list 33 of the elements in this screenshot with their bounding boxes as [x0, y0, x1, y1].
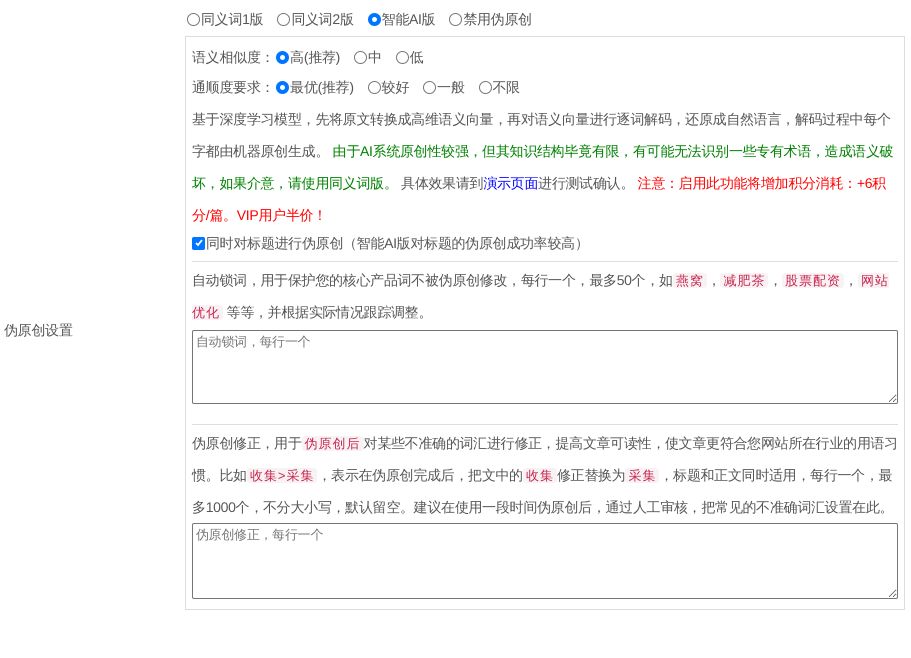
- corrections-description: 伪原创修正，用于 伪原创后 对某些不准确的词汇进行修正，提高文章可读性，使文章更符合您网站所在行业的用语习惯。比如 收集>采集 ，表示在伪原创完成后，把文中的 收集 修正替换为 采集 ，标题和正文同时适用，每行一个，最多1000个，不分大小写，默认留空。建议在使用一段时间伪原创后，通过人工审核，把常见的不准确词汇设置在此。: [192, 434, 898, 517]
- radio-button[interactable]: [423, 80, 436, 94]
- radio-button[interactable]: [354, 50, 368, 64]
- radio-button[interactable]: [396, 50, 409, 64]
- mode-option[interactable]: 智能AI版: [368, 8, 436, 30]
- section-label: 伪原创设置: [4, 320, 73, 340]
- lock-words-description: 自动锁词，用于保护您的核心产品词不被伪原创修改，每行一个，最多50个，如 燕窝 ， 减肥茶 ， 股票配资 ， 网站优化 等等，并根据实际情况跟踪调整。: [192, 271, 890, 322]
- lock-words-field[interactable]: 自动锁词，每行一个: [192, 330, 898, 404]
- fluency-option[interactable]: 最优(推荐): [276, 76, 354, 98]
- ai-description: 基于深度学习模型，先将原文转换成高维语义向量，再对语义向量进行逐词解码，还原成自然语言，解码过程中每个字都由机器原创生成。 由于AI系统原创性较强，但其知识结构毕竟有限，有可能无法识别一些专有术语，造成语义破坏，如果介意，请使用同义词版。 具体效果请到演示页面进行测试确认。 注意：启用此功能将增加积分消耗：+6积分/篇。VIP用户半价！: [192, 110, 894, 225]
- fluency-option[interactable]: 一般: [423, 76, 465, 98]
- radio-button[interactable]: [368, 80, 381, 94]
- field-label: 语义相似度：: [192, 48, 274, 66]
- radio-button[interactable]: [368, 12, 381, 26]
- similarity-option[interactable]: 中: [354, 46, 382, 68]
- radio-button[interactable]: [478, 80, 492, 94]
- fluency-option[interactable]: 不限: [478, 76, 520, 98]
- radio-button[interactable]: [187, 12, 200, 26]
- similarity-option[interactable]: 低: [396, 46, 424, 68]
- fluency-option[interactable]: 较好: [368, 76, 410, 98]
- demo-page-link[interactable]: 演示页面: [483, 175, 538, 191]
- checkbox[interactable]: [192, 236, 205, 250]
- field-label: 通顺度要求：: [192, 78, 274, 96]
- similarity-option[interactable]: 高(推荐): [276, 46, 340, 68]
- corrections-field[interactable]: 伪原创修正，每行一个: [192, 523, 898, 599]
- radio-button[interactable]: [449, 12, 462, 26]
- radio-button[interactable]: [277, 12, 290, 26]
- mode-option[interactable]: 同义词1版: [187, 8, 264, 30]
- radio-button[interactable]: [276, 80, 290, 94]
- mode-option[interactable]: 禁用伪原创: [449, 8, 532, 30]
- radio-button[interactable]: [276, 50, 290, 64]
- mode-option[interactable]: 同义词2版: [277, 8, 354, 30]
- title-option[interactable]: 同时对标题进行伪原创（智能AI版对标题的伪原创成功率较高）: [192, 231, 898, 255]
